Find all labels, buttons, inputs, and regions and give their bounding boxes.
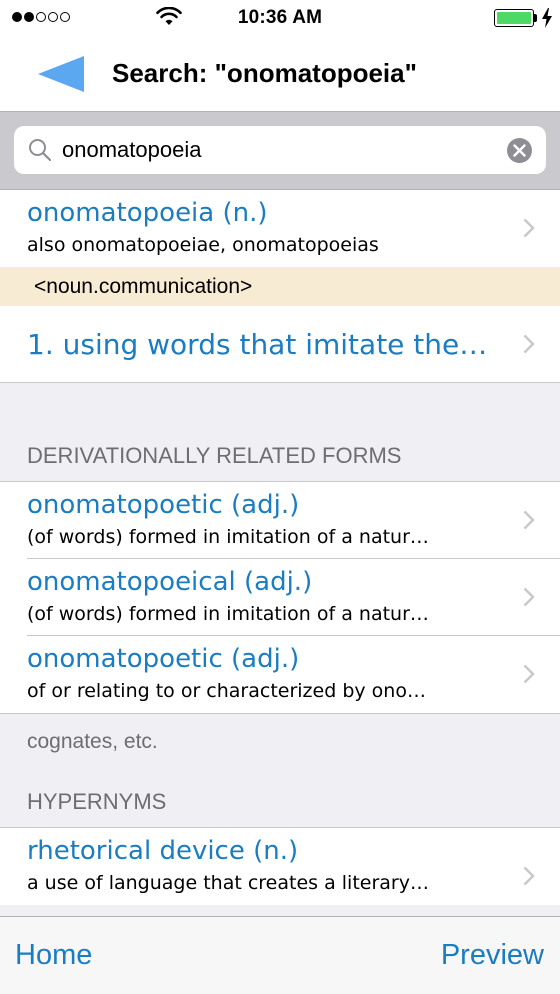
item-subtitle: (of words) formed in imitation of a natu…	[27, 603, 429, 625]
category-band: <noun.communication>	[0, 267, 560, 306]
charging-bolt-icon	[542, 8, 552, 28]
results-list: onomatopoeia (n.) also onomatopoeiae, on…	[0, 190, 560, 916]
hypernyms-group: rhetorical device (n.) a use of language…	[0, 827, 560, 905]
item-title: rhetorical device (n.)	[27, 836, 299, 866]
navigation-bar: Search: "onomatopoeia"	[0, 36, 560, 112]
category-label: <noun.communication>	[34, 275, 253, 298]
entry-group: onomatopoeia (n.) also onomatopoeiae, on…	[0, 190, 560, 383]
back-button[interactable]	[36, 54, 86, 94]
definition-text: 1. using words that imitate the…	[27, 328, 488, 361]
search-bar	[0, 112, 560, 190]
chevron-right-icon	[523, 334, 535, 354]
search-field[interactable]	[14, 126, 546, 174]
search-input[interactable]	[62, 126, 502, 174]
entry-row[interactable]: onomatopoeia (n.) also onomatopoeiae, on…	[0, 190, 560, 267]
list-item[interactable]: onomatopoeical (adj.) (of words) formed …	[0, 559, 560, 636]
bottom-toolbar: Home Preview	[0, 916, 560, 994]
section-header-label: DERIVATIONALLY RELATED FORMS	[27, 443, 402, 468]
item-subtitle: a use of language that creates a literar…	[27, 872, 429, 894]
section-footer-note: cognates, etc.	[0, 714, 560, 770]
battery-tip	[534, 14, 537, 22]
chevron-right-icon	[523, 510, 535, 530]
list-item[interactable]: onomatopoetic (adj.) of or relating to o…	[0, 636, 560, 713]
chevron-right-icon	[523, 587, 535, 607]
preview-button[interactable]: Preview	[441, 939, 544, 972]
section-header-derivational: DERIVATIONALLY RELATED FORMS	[0, 383, 560, 481]
chevron-right-icon	[523, 664, 535, 684]
status-time: 10:36 AM	[237, 7, 323, 28]
magnifier-icon	[29, 139, 52, 162]
list-item[interactable]: onomatopoetic (adj.) (of words) formed i…	[0, 482, 560, 559]
home-button[interactable]: Home	[15, 939, 92, 972]
status-bar: 10:36 AM	[0, 0, 560, 36]
chevron-right-icon	[523, 866, 535, 886]
list-item[interactable]: rhetorical device (n.) a use of language…	[0, 828, 560, 905]
section-footer-label: cognates, etc.	[27, 730, 158, 753]
derivational-group: onomatopoetic (adj.) (of words) formed i…	[0, 481, 560, 714]
clear-search-button[interactable]	[507, 138, 532, 163]
item-title: onomatopoetic (adj.)	[27, 644, 300, 674]
entry-title: onomatopoeia (n.)	[27, 198, 268, 228]
section-header-hypernyms: HYPERNYMS	[0, 770, 560, 827]
battery-icon	[494, 9, 534, 27]
section-header-label: HYPERNYMS	[27, 789, 167, 814]
item-title: onomatopoetic (adj.)	[27, 490, 300, 520]
definition-row[interactable]: 1. using words that imitate the…	[0, 306, 560, 382]
clear-x-icon	[513, 144, 526, 157]
item-subtitle: of or relating to or characterized by on…	[27, 680, 426, 702]
page-title: Search: "onomatopoeia"	[112, 58, 417, 88]
item-subtitle: (of words) formed in imitation of a natu…	[27, 526, 429, 548]
back-arrow-icon	[38, 56, 84, 92]
item-title: onomatopoeical (adj.)	[27, 567, 313, 597]
chevron-right-icon	[523, 218, 535, 238]
entry-subtitle: also onomatopoeiae, onomatopoeias	[27, 234, 379, 256]
